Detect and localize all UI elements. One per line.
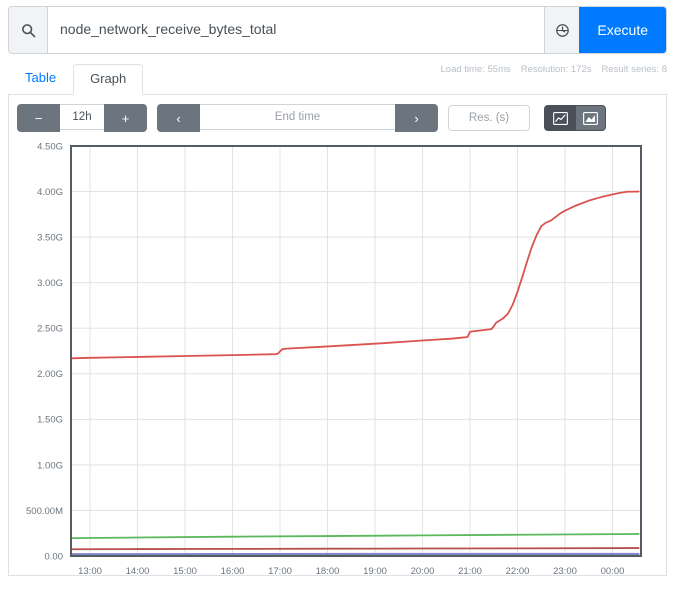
result-tabs: Table Graph Load time: 55ms Resolution: … xyxy=(8,64,667,95)
history-icon[interactable] xyxy=(544,7,579,53)
tab-graph[interactable]: Graph xyxy=(73,64,143,95)
query-bar: Execute xyxy=(8,6,667,54)
x-axis-label: 21:00 xyxy=(458,566,482,577)
x-axis-label: 14:00 xyxy=(126,566,150,577)
x-axis-label: 00:00 xyxy=(601,566,625,577)
chart-series-line xyxy=(71,548,639,549)
execute-button[interactable]: Execute xyxy=(579,7,666,53)
result-series-stat: Result series: 8 xyxy=(602,64,667,75)
query-input[interactable] xyxy=(48,7,544,53)
x-axis-label: 19:00 xyxy=(363,566,387,577)
search-icon xyxy=(9,7,48,53)
y-axis-label: 2.00G xyxy=(37,369,63,380)
range-decrease-button[interactable]: − xyxy=(17,104,60,132)
load-time: Load time: 55ms xyxy=(441,64,511,75)
x-axis-label: 16:00 xyxy=(221,566,245,577)
x-axis-label: 13:00 xyxy=(78,566,102,577)
end-time-control: ‹ End time › xyxy=(157,104,438,132)
query-stats: Load time: 55ms Resolution: 172s Result … xyxy=(441,64,668,75)
time-next-button[interactable]: › xyxy=(395,104,438,132)
end-time-input[interactable]: End time xyxy=(200,104,395,130)
resolution-stat: Resolution: 172s xyxy=(521,64,592,75)
range-increase-button[interactable]: + xyxy=(104,104,147,132)
range-stepper: − 12h + xyxy=(17,104,147,132)
range-input[interactable]: 12h xyxy=(60,104,104,130)
x-axis-label: 18:00 xyxy=(316,566,340,577)
graph-panel: − 12h + ‹ End time › Res. (s) xyxy=(8,95,667,576)
x-axis-label: 22:00 xyxy=(506,566,530,577)
x-axis-label: 17:00 xyxy=(268,566,292,577)
y-axis-label: 3.50G xyxy=(37,233,63,244)
y-axis-label: 0.00 xyxy=(45,551,64,562)
y-axis-label: 2.50G xyxy=(37,324,63,335)
line-chart-icon[interactable] xyxy=(544,105,575,131)
y-axis-label: 1.50G xyxy=(37,415,63,426)
chart-svg: 0.00 500.00M 1.00G 1.50G 2.00G 2.50G 3.00G 3.50… xyxy=(1,138,675,578)
chart-type-toggle xyxy=(544,105,606,131)
tab-table[interactable]: Table xyxy=(8,63,73,94)
y-axis-label: 500.00M xyxy=(26,506,63,517)
time-prev-button[interactable]: ‹ xyxy=(157,104,200,132)
graph-controls: − 12h + ‹ End time › Res. (s) xyxy=(9,95,666,138)
y-axis-label: 3.00G xyxy=(37,278,63,289)
y-axis-label: 4.50G xyxy=(37,141,63,152)
y-axis-label: 4.00G xyxy=(37,187,63,198)
x-axis-label: 23:00 xyxy=(553,566,577,577)
resolution-input[interactable]: Res. (s) xyxy=(448,105,530,131)
x-axis-label: 20:00 xyxy=(411,566,435,577)
y-axis-label: 1.00G xyxy=(37,460,63,471)
stacked-chart-icon[interactable] xyxy=(575,105,606,131)
graph-chart[interactable]: 0.00 500.00M 1.00G 1.50G 2.00G 2.50G 3.00G 3.50… xyxy=(1,138,675,578)
x-axis-label: 15:00 xyxy=(173,566,197,577)
